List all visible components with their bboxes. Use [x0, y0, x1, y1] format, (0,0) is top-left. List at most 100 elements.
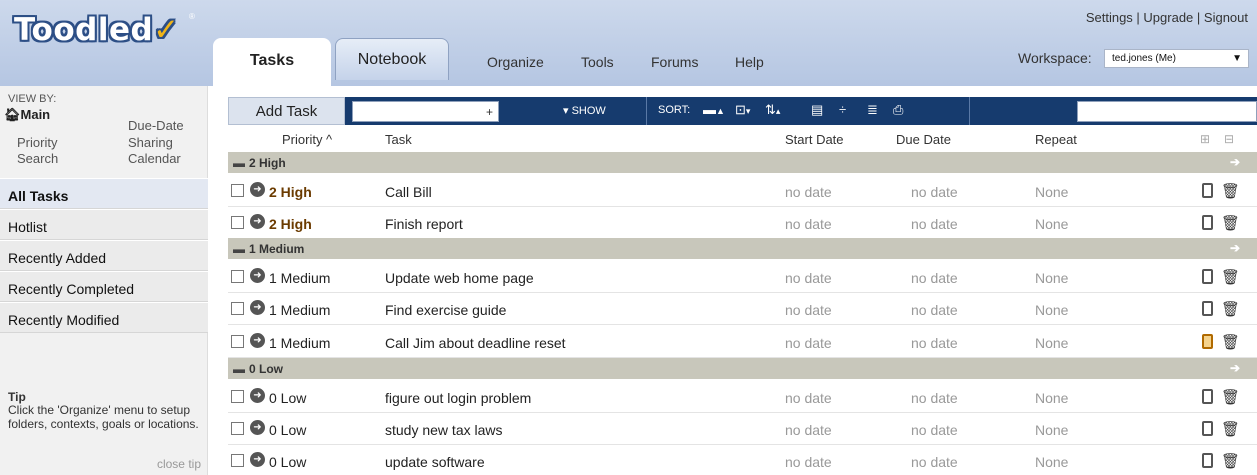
trash-icon[interactable]: 🗑︎: [1221, 333, 1240, 351]
task-due-date[interactable]: no date: [911, 390, 958, 406]
note-icon[interactable]: [1202, 183, 1213, 198]
task-name[interactable]: study new tax laws: [385, 422, 503, 438]
trash-icon[interactable]: 🗑︎: [1221, 452, 1240, 470]
viewby-search[interactable]: Search: [17, 151, 58, 166]
task-name[interactable]: Finish report: [385, 216, 463, 232]
task-priority[interactable]: 1 Medium: [269, 335, 330, 351]
close-tip-link[interactable]: close tip: [157, 457, 201, 471]
task-priority[interactable]: 2 High: [269, 216, 312, 232]
task-start-date[interactable]: no date: [785, 184, 832, 200]
table-row[interactable]: ➜ 0 Low update software no date no date …: [228, 446, 1257, 475]
note-icon[interactable]: [1202, 301, 1213, 316]
table-row[interactable]: ➜ 1 Medium Update web home page no date …: [228, 262, 1257, 293]
show-dropdown[interactable]: ▾ SHOW: [563, 104, 606, 117]
nav-tools[interactable]: Tools: [581, 54, 614, 70]
note-icon[interactable]: [1202, 421, 1213, 436]
task-checkbox[interactable]: [231, 216, 244, 229]
table-row[interactable]: ➜ 0 Low figure out login problem no date…: [228, 382, 1257, 413]
task-name[interactable]: Find exercise guide: [385, 302, 506, 318]
trash-icon[interactable]: 🗑︎: [1221, 182, 1240, 200]
task-repeat[interactable]: None: [1035, 302, 1068, 318]
status-arrow-icon[interactable]: ➜: [250, 214, 265, 229]
note-icon[interactable]: [1202, 453, 1213, 468]
task-repeat[interactable]: None: [1035, 422, 1068, 438]
status-arrow-icon[interactable]: ➜: [250, 182, 265, 197]
task-priority[interactable]: 0 Low: [269, 390, 306, 406]
arrow-right-icon[interactable]: ➔: [1230, 155, 1240, 169]
viewby-sharing[interactable]: Sharing: [128, 135, 173, 150]
trash-icon[interactable]: 🗑︎: [1221, 268, 1240, 286]
task-start-date[interactable]: no date: [785, 270, 832, 286]
divide-icon[interactable]: ÷: [839, 102, 846, 118]
task-due-date[interactable]: no date: [911, 454, 958, 470]
task-due-date[interactable]: no date: [911, 270, 958, 286]
arrow-right-icon[interactable]: ➔: [1230, 241, 1240, 255]
task-name[interactable]: figure out login problem: [385, 390, 531, 406]
notes-toggle-icon[interactable]: ▤: [811, 102, 823, 118]
nav-help[interactable]: Help: [735, 54, 764, 70]
task-start-date[interactable]: no date: [785, 390, 832, 406]
sidebar-item-hotlist[interactable]: Hotlist: [0, 209, 208, 240]
sidebar-item-recently-completed[interactable]: Recently Completed: [0, 271, 208, 302]
task-priority[interactable]: 1 Medium: [269, 270, 330, 286]
print-icon[interactable]: ⎙: [893, 102, 903, 118]
sidebar-item-recently-added[interactable]: Recently Added: [0, 240, 208, 271]
upgrade-link[interactable]: Upgrade: [1143, 10, 1193, 25]
task-due-date[interactable]: no date: [911, 302, 958, 318]
column-start-date[interactable]: Start Date: [785, 132, 844, 147]
column-task[interactable]: Task: [385, 132, 412, 147]
trash-icon[interactable]: 🗑︎: [1221, 388, 1240, 406]
status-arrow-icon[interactable]: ➜: [250, 333, 265, 348]
table-row[interactable]: ➜ 2 High Call Bill no date no date None …: [228, 176, 1257, 207]
note-filled-icon[interactable]: [1202, 334, 1213, 349]
settings-link[interactable]: Settings: [1086, 10, 1133, 25]
sidebar-item-all-tasks[interactable]: All Tasks: [0, 178, 208, 209]
task-checkbox[interactable]: [231, 302, 244, 315]
task-repeat[interactable]: None: [1035, 184, 1068, 200]
note-icon[interactable]: [1202, 215, 1213, 230]
task-start-date[interactable]: no date: [785, 302, 832, 318]
task-checkbox[interactable]: [231, 184, 244, 197]
task-due-date[interactable]: no date: [911, 184, 958, 200]
status-arrow-icon[interactable]: ➜: [250, 452, 265, 467]
task-start-date[interactable]: no date: [785, 454, 832, 470]
viewby-main[interactable]: 🏠︎Main: [4, 107, 50, 123]
note-icon[interactable]: [1202, 389, 1213, 404]
task-checkbox[interactable]: [231, 454, 244, 467]
search-input[interactable]: [1077, 101, 1257, 122]
sidebar-item-recently-modified[interactable]: Recently Modified: [0, 302, 208, 333]
task-name[interactable]: Update web home page: [385, 270, 534, 286]
table-row[interactable]: ➜ 0 Low study new tax laws no date no da…: [228, 414, 1257, 445]
task-priority[interactable]: 1 Medium: [269, 302, 330, 318]
task-name[interactable]: update software: [385, 454, 485, 470]
task-due-date[interactable]: no date: [911, 335, 958, 351]
sort-folder-icon[interactable]: ▬▲: [703, 102, 725, 119]
workspace-select[interactable]: ted.jones (Me) ▼: [1104, 49, 1249, 68]
trash-icon[interactable]: 🗑︎: [1221, 420, 1240, 438]
task-priority[interactable]: 0 Low: [269, 454, 306, 470]
task-start-date[interactable]: no date: [785, 216, 832, 232]
nav-forums[interactable]: Forums: [651, 54, 698, 70]
task-repeat[interactable]: None: [1035, 216, 1068, 232]
sort-context-icon[interactable]: ⊡▾: [735, 102, 750, 119]
column-priority[interactable]: Priority ^: [282, 132, 332, 147]
tab-notebook[interactable]: Notebook: [335, 38, 449, 80]
task-start-date[interactable]: no date: [785, 422, 832, 438]
task-start-date[interactable]: no date: [785, 335, 832, 351]
table-row[interactable]: ➜ 1 Medium Call Jim about deadline reset…: [228, 327, 1257, 358]
trash-icon[interactable]: 🗑︎: [1221, 214, 1240, 232]
task-repeat[interactable]: None: [1035, 390, 1068, 406]
viewby-due-date[interactable]: Due-Date: [128, 118, 184, 133]
status-arrow-icon[interactable]: ➜: [250, 300, 265, 315]
task-name[interactable]: Call Jim about deadline reset: [385, 335, 566, 351]
task-repeat[interactable]: None: [1035, 454, 1068, 470]
tab-tasks[interactable]: Tasks: [213, 38, 331, 86]
trash-icon[interactable]: 🗑︎: [1221, 300, 1240, 318]
add-task-input[interactable]: +: [352, 101, 499, 122]
task-checkbox[interactable]: [231, 422, 244, 435]
column-settings-icon[interactable]: ⊟: [1224, 132, 1234, 146]
task-checkbox[interactable]: [231, 335, 244, 348]
status-arrow-icon[interactable]: ➜: [250, 388, 265, 403]
table-row[interactable]: ➜ 2 High Finish report no date no date N…: [228, 208, 1257, 239]
table-row[interactable]: ➜ 1 Medium Find exercise guide no date n…: [228, 294, 1257, 325]
